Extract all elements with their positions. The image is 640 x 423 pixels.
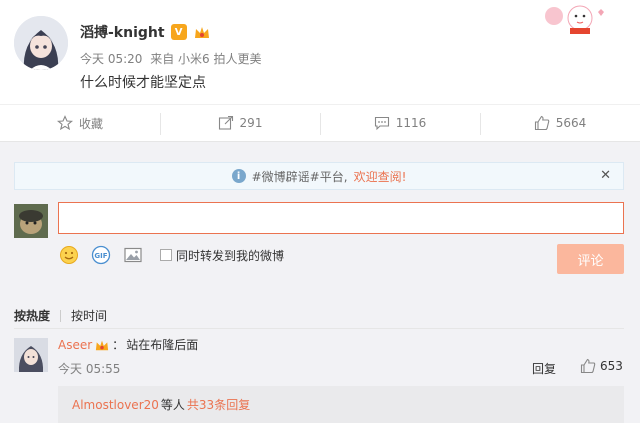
comment-like-count: 653 [600,359,623,373]
comment-count: 1116 [395,116,427,130]
post-time[interactable]: 今天 05:20 [80,52,142,66]
comment-text: 站在布隆后面 [126,338,199,352]
sort-tabs: 按热度 按时间 [14,307,107,324]
comment-section: i #微博辟谣#平台, 欢迎查阅! ✕ GIF 同时转发到我的微博 评论 按热度 [0,142,640,423]
post-text: 什么时候才能坚定点 [80,75,206,91]
commenter-avatar[interactable] [14,338,48,372]
submit-comment-button[interactable]: 评论 [557,244,624,274]
commenter-name[interactable]: Aseer [58,338,92,352]
member-crown-icon[interactable] [94,338,110,352]
like-button[interactable]: 5664 [480,105,640,141]
thumbs-up-icon [580,358,596,374]
sub-reply-text: 等人 [160,398,185,412]
my-avatar[interactable] [14,204,48,238]
sub-reply-user[interactable]: Almostlover20 [72,398,159,412]
favorite-button[interactable]: 收藏 [0,105,160,141]
composer-toolbar: GIF 同时转发到我的微博 [58,244,284,266]
repost-icon [218,115,233,130]
sync-repost-option[interactable]: 同时转发到我的微博 [160,247,284,264]
sort-by-time-tab[interactable]: 按时间 [71,307,107,324]
author-row: 滔搏-knight V [80,22,211,42]
post-card: 滔搏-knight V 今天 05:20 来自 小米6 拍人更美 什么时候才能坚… [0,0,640,104]
comment-like-button[interactable]: 653 [580,358,623,374]
reply-button[interactable]: 回复 [532,360,556,377]
star-icon [56,115,73,131]
comment-button[interactable]: 1116 [320,105,480,141]
svg-text:GIF: GIF [94,252,107,260]
verified-icon: V [170,24,187,40]
favorite-label: 收藏 [78,116,103,131]
comment-line: Aseer ： 站在布隆后面 [58,336,198,353]
sync-label: 同时转发到我的微博 [176,248,285,263]
rumor-notice-bar: i #微博辟谣#平台, 欢迎查阅! ✕ [14,162,624,190]
post-source: 来自 小米6 拍人更美 [150,52,262,66]
author-avatar[interactable] [14,16,68,70]
info-icon: i [231,169,246,183]
comment-time: 今天 05:55 [58,362,121,376]
repost-button[interactable]: 291 [160,105,320,141]
notice-text: #微博辟谣#平台, [251,169,348,184]
comment-input[interactable] [58,202,624,234]
comment-separator: ： [112,338,125,352]
sub-reply-count-link[interactable]: 共33条回复 [187,396,250,413]
gif-icon[interactable]: GIF [90,244,112,266]
member-crown-icon[interactable] [193,24,211,40]
sort-divider [60,309,62,322]
my-avatar-image [14,204,48,238]
avatar-image [14,16,68,70]
decoration-sticker-icon [545,5,604,34]
sync-checkbox[interactable] [160,249,172,261]
divider [14,328,624,329]
image-icon[interactable] [122,244,144,266]
sub-replies-bar[interactable]: Almostlover20 等人 共33条回复 [58,386,624,423]
emoji-icon[interactable] [58,244,80,266]
commenter-avatar-image [14,338,48,372]
comment-icon [374,116,389,131]
repost-count: 291 [239,116,263,130]
author-name[interactable]: 滔搏-knight [80,22,165,42]
post-meta: 今天 05:20 来自 小米6 拍人更美 [80,50,266,67]
thumbs-up-icon [534,115,549,131]
sort-by-hot-tab[interactable]: 按热度 [14,307,50,324]
notice-link[interactable]: 欢迎查阅! [354,168,407,185]
like-count: 5664 [555,116,587,130]
close-icon[interactable]: ✕ [600,168,611,183]
action-bar: 收藏 291 1116 5664 [0,104,640,142]
